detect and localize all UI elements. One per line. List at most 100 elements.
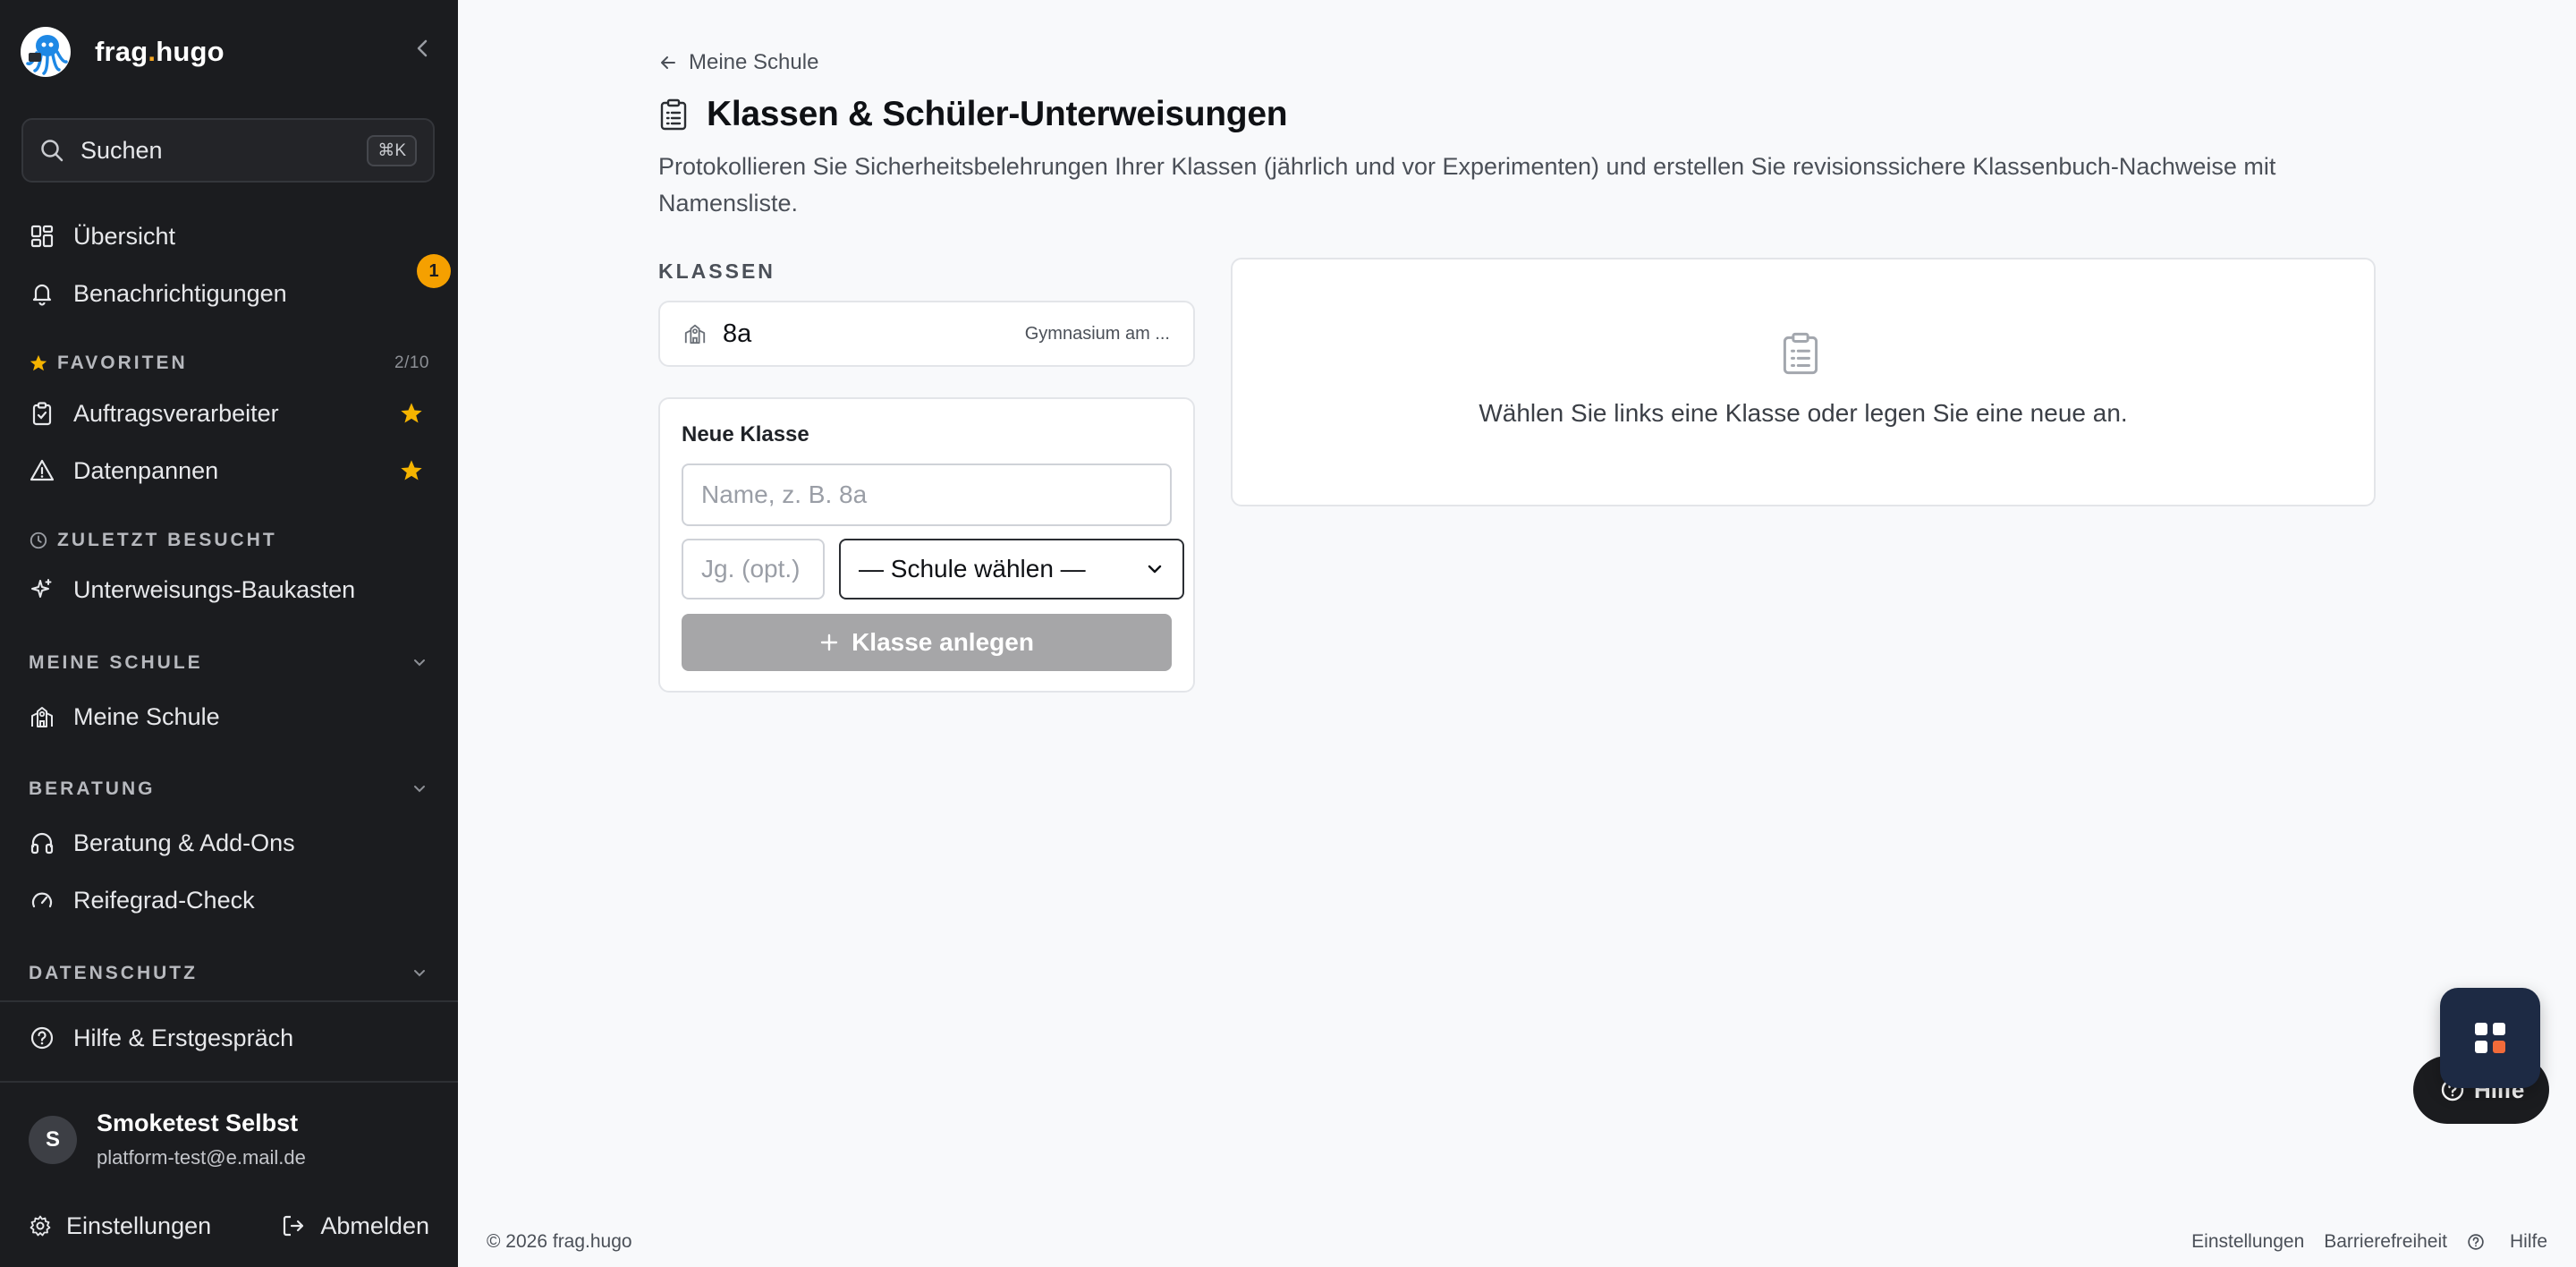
class-school: Gymnasium am ...: [1024, 323, 1170, 344]
school-icon: [29, 703, 55, 730]
classes-heading: KLASSEN: [658, 259, 775, 283]
sidebar-item-label: Auftragsverarbeiter: [73, 399, 279, 427]
help-circle-icon: [2468, 1234, 2484, 1250]
search-shortcut: ⌘K: [367, 134, 417, 166]
new-class-form: Neue Klasse Name, z. B. 8a Jg. (opt.) — …: [658, 397, 1195, 693]
clipboard-list-icon: [1783, 332, 1818, 375]
sidebar-item-reifegrad-check[interactable]: Reifegrad-Check: [0, 875, 458, 925]
gear-icon: [30, 1215, 51, 1237]
sidebar-item-label: Beratung & Add-Ons: [73, 829, 295, 856]
back-link[interactable]: Meine Schule: [658, 50, 818, 75]
sidebar-item-label: Reifegrad-Check: [73, 886, 255, 914]
chevron-left-icon: [417, 39, 428, 57]
class-list-item[interactable]: 8a Gymnasium am ...: [658, 301, 1195, 367]
school-select-value: — Schule wählen —: [859, 555, 1086, 582]
section-beratung[interactable]: BERATUNG: [29, 776, 429, 803]
footer-link-accessibility[interactable]: Barrierefreiheit: [2324, 1231, 2447, 1253]
brand-name: frag.hugo: [95, 36, 225, 67]
warning-triangle-icon: [29, 457, 55, 484]
arrow-left-icon: [661, 56, 675, 69]
grid-icon: [29, 223, 55, 250]
clipboard-list-icon: [660, 98, 687, 131]
footer-link-help[interactable]: Hilfe: [2467, 1231, 2547, 1253]
back-link-label: Meine Schule: [689, 50, 819, 74]
sidebar-item-auftragsverarbeiter[interactable]: Auftragsverarbeiter: [0, 388, 458, 438]
octopus-logo-icon: [21, 27, 71, 77]
new-class-heading: Neue Klasse: [682, 422, 809, 446]
help-circle-icon: [29, 1025, 55, 1051]
main-content: Meine Schule Klassen & Schüler-Unterweis…: [458, 0, 2576, 1267]
gauge-icon: [29, 887, 55, 914]
sparkles-icon: [29, 576, 55, 603]
sidebar-item-label: Hilfe & Erstgespräch: [73, 1024, 294, 1051]
page-description: Protokollieren Sie Sicherheitsbelehrunge…: [658, 153, 2276, 217]
sidebar-item-meine-schule[interactable]: Meine Schule: [0, 692, 458, 742]
bell-icon: [29, 280, 55, 307]
chevron-down-icon: [414, 970, 425, 977]
sidebar-item-unterweisungs-baukasten[interactable]: Unterweisungs-Baukasten: [0, 565, 458, 615]
star-icon: [30, 354, 47, 371]
sidebar-bottom-actions: Einstellungen Abmelden: [29, 1208, 429, 1244]
search-label: Suchen: [80, 136, 163, 164]
apps-launcher-button[interactable]: [2440, 988, 2540, 1088]
clock-icon: [30, 531, 47, 549]
sidebar-item-uebersicht[interactable]: Übersicht: [0, 211, 458, 261]
sidebar-item-datenpannen[interactable]: Datenpannen: [0, 446, 458, 496]
footer-links: Einstellungen Barrierefreiheit Hilfe: [2172, 1231, 2547, 1253]
favorite-star-icon[interactable]: [399, 458, 424, 483]
sidebar-item-label: Übersicht: [73, 222, 176, 250]
footer-link-settings[interactable]: Einstellungen: [2191, 1231, 2304, 1253]
section-datenschutz[interactable]: DATENSCHUTZ: [29, 960, 429, 987]
collapse-sidebar-button[interactable]: [410, 34, 435, 63]
school-icon: [684, 324, 706, 344]
clipboard-check-icon: [29, 400, 55, 427]
sidebar: frag.hugo Suchen ⌘K Übersicht Benachrich…: [0, 0, 458, 1267]
section-heading: MEINE SCHULE: [29, 652, 203, 673]
add-class-label: Klasse anlegen: [852, 628, 1034, 656]
sidebar-item-hilfe-erstgespraech[interactable]: Hilfe & Erstgespräch: [0, 1013, 458, 1063]
logout-label: Abmelden: [320, 1212, 429, 1239]
chevron-down-icon: [414, 786, 425, 793]
section-heading: FAVORITEN: [57, 353, 188, 373]
sidebar-item-label: Meine Schule: [73, 702, 220, 730]
sidebar-item-label: Unterweisungs-Baukasten: [73, 575, 356, 603]
section-heading: BERATUNG: [29, 778, 156, 799]
notification-badge: 1: [417, 254, 451, 288]
logout-button[interactable]: Abmelden: [281, 1212, 429, 1240]
footer-help-label: Hilfe: [2509, 1231, 2547, 1252]
section-heading: DATENSCHUTZ: [29, 963, 198, 983]
chevron-down-icon: [1148, 565, 1162, 574]
favorites-count: 2/10: [394, 353, 429, 372]
add-class-button[interactable]: Klasse anlegen: [682, 614, 1172, 671]
class-name-input[interactable]: Name, z. B. 8a: [682, 463, 1172, 526]
sidebar-item-beratung-addons[interactable]: Beratung & Add-Ons: [0, 818, 458, 868]
user-email: platform-test@e.mail.de: [97, 1146, 306, 1169]
search-icon: [41, 140, 64, 162]
apps-grid-icon: [2475, 1023, 2505, 1053]
user-profile[interactable]: S Smoketest Selbst platform-test@e.mail.…: [29, 1110, 306, 1169]
page-title: Klassen & Schüler-Unterweisungen: [707, 95, 1288, 133]
page-header: Klassen & Schüler-Unterweisungen: [658, 95, 1288, 134]
empty-state-panel: Wählen Sie links eine Klasse oder legen …: [1231, 258, 2376, 506]
section-zuletzt-besucht: ZULETZT BESUCHT: [29, 527, 429, 554]
school-select[interactable]: — Schule wählen —: [839, 539, 1184, 599]
settings-label: Einstellungen: [66, 1212, 212, 1239]
footer-copyright: © 2026 frag.hugo: [487, 1231, 632, 1252]
sidebar-item-label: Datenpannen: [73, 456, 219, 484]
avatar: S: [29, 1115, 77, 1164]
year-input[interactable]: Jg. (opt.): [682, 539, 825, 599]
sidebar-divider: [0, 1081, 458, 1083]
user-name: Smoketest Selbst: [97, 1110, 299, 1136]
favorite-star-icon[interactable]: [399, 401, 424, 426]
section-heading: ZULETZT BESUCHT: [57, 530, 277, 550]
sidebar-item-label: Benachrichtigungen: [73, 279, 287, 307]
sidebar-item-benachrichtigungen[interactable]: Benachrichtigungen: [0, 268, 458, 319]
headphones-icon: [29, 829, 55, 856]
settings-button[interactable]: Einstellungen: [29, 1212, 211, 1240]
sidebar-divider: [0, 1000, 458, 1002]
empty-state-text: Wählen Sie links eine Klasse oder legen …: [1479, 399, 2128, 427]
search-button[interactable]: Suchen ⌘K: [21, 118, 435, 183]
brand[interactable]: frag.hugo: [20, 23, 225, 81]
section-meine-schule[interactable]: MEINE SCHULE: [29, 650, 429, 676]
section-favoriten: FAVORITEN 2/10: [29, 350, 429, 377]
